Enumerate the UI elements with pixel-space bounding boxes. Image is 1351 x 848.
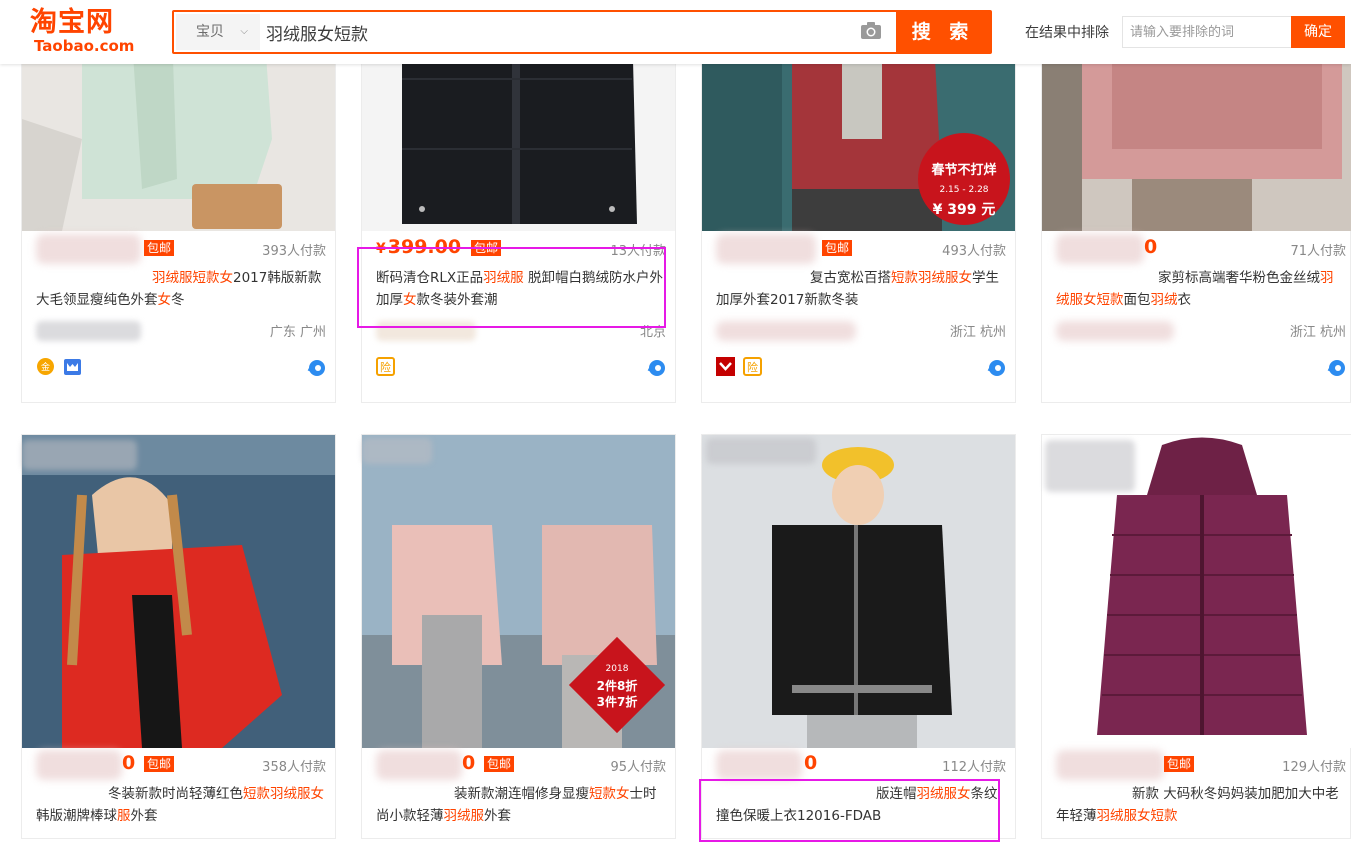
svg-text:2.15 - 2.28: 2.15 - 2.28 (939, 185, 988, 195)
wangwang-chat-icon[interactable] (986, 357, 1006, 377)
product-image[interactable] (22, 435, 335, 748)
tmall-icon (716, 357, 735, 376)
svg-text:3件7折: 3件7折 (597, 694, 638, 709)
product-info: 0 包邮 358人付款 冬装新款时尚轻薄红色短款羽绒服女韩版潮牌棒球服外套 (36, 748, 326, 827)
paid-count: 71人付款 (1290, 244, 1346, 259)
product-title[interactable]: 新款 大码秋冬妈妈装加肥加大中老年轻薄羽绒服女短款 (1056, 783, 1346, 827)
paid-count: 393人付款 (262, 244, 326, 259)
shop-location: 浙江 杭州 (949, 325, 1006, 340)
paid-count: 129人付款 (1282, 760, 1346, 775)
annotation-highlight (357, 247, 666, 328)
free-shipping-badge: 包邮 (1164, 756, 1195, 772)
insurance-icon: 险 (376, 357, 395, 376)
exclude-confirm-button[interactable]: 确定 (1291, 16, 1345, 48)
blurred-overlay (22, 440, 137, 470)
annotation-highlight (699, 779, 1000, 842)
product-card[interactable]: 包邮 129人付款 新款 大码秋冬妈妈装加肥加大中老年轻薄羽绒服女短款 (1041, 434, 1351, 839)
paid-count: 493人付款 (942, 244, 1006, 259)
svg-text:险: 险 (380, 360, 391, 374)
free-shipping-badge: 包邮 (484, 756, 515, 772)
product-info: 包邮 393人付款 羽绒服短款女2017韩版新款大毛领显瘦纯色外套女冬 广东 广… (36, 232, 326, 379)
product-title[interactable]: 装新款潮连帽修身显瘦短款女士时尚小款轻薄羽绒服外套 (376, 783, 666, 827)
svg-text:¥ 399 元: ¥ 399 元 (933, 202, 996, 218)
svg-text:2018: 2018 (606, 664, 629, 674)
product-price: 0 (122, 752, 136, 774)
paid-count: 95人付款 (610, 760, 666, 775)
product-title[interactable]: 复古宽松百搭短款羽绒服女学生加厚外套2017新款冬装 (716, 267, 1006, 311)
product-price: 0 (804, 752, 818, 774)
paid-count: 112人付款 (942, 760, 1006, 775)
blurred-overlay (706, 438, 816, 464)
product-card[interactable]: 2018 2件8折 3件7折 0 包邮 95人付款 装新款潮连帽修身显瘦短款女士… (361, 434, 676, 839)
product-image[interactable]: 2018 2件8折 3件7折 (362, 435, 675, 748)
shop-location: 浙江 杭州 (1289, 325, 1346, 340)
wangwang-chat-icon[interactable] (306, 357, 326, 377)
camera-icon[interactable] (860, 22, 882, 40)
free-shipping-badge: 包邮 (144, 756, 175, 772)
paid-count: 358人付款 (262, 760, 326, 775)
exclude-label: 在结果中排除 (1025, 25, 1109, 41)
product-card[interactable]: 0 包邮 358人付款 冬装新款时尚轻薄红色短款羽绒服女韩版潮牌棒球服外套 (21, 434, 336, 839)
chevron-down-icon: ⌵ (240, 26, 248, 37)
svg-text:春节不打烊: 春节不打烊 (930, 162, 996, 178)
taobao-logo[interactable]: 淘宝网 Taobao.com (30, 8, 140, 56)
tmall-cat-icon (64, 359, 82, 375)
search-input[interactable] (266, 14, 846, 50)
svg-text:险: 险 (747, 360, 758, 374)
gold-medal-icon: 金 (37, 358, 54, 375)
insurance-icon: 险 (743, 357, 763, 376)
product-info: 包邮 129人付款 新款 大码秋冬妈妈装加肥加大中老年轻薄羽绒服女短款 (1056, 748, 1346, 827)
free-shipping-badge: 包邮 (144, 240, 175, 256)
product-title[interactable]: 冬装新款时尚轻薄红色短款羽绒服女韩版潮牌棒球服外套 (36, 783, 326, 827)
svg-text:金: 金 (41, 361, 50, 373)
product-info: 0 包邮 95人付款 装新款潮连帽修身显瘦短款女士时尚小款轻薄羽绒服外套 (376, 748, 666, 827)
top-search-bar: 淘宝网 Taobao.com 宝贝 ⌵ 搜 索 在结果中排除 确定 (0, 0, 1351, 64)
product-price: 0 (462, 752, 476, 774)
svg-text:2件8折: 2件8折 (597, 678, 638, 693)
product-image[interactable] (702, 435, 1015, 748)
product-info: 0 71人付款 家剪标高端奢华粉色金丝绒羽绒服女短款面包羽绒衣 浙江 杭州 (1056, 232, 1346, 379)
wangwang-chat-icon[interactable] (1326, 357, 1346, 377)
blurred-overlay (1045, 440, 1135, 492)
search-box: 宝贝 ⌵ 搜 索 (172, 10, 992, 54)
product-title[interactable]: 家剪标高端奢华粉色金丝绒羽绒服女短款面包羽绒衣 (1056, 267, 1346, 311)
product-info: 包邮 493人付款 复古宽松百搭短款羽绒服女学生加厚外套2017新款冬装 浙江 … (716, 232, 1006, 379)
search-button[interactable]: 搜 索 (896, 12, 990, 52)
exclude-input[interactable] (1122, 16, 1292, 48)
free-shipping-badge: 包邮 (822, 240, 853, 256)
search-category-dropdown[interactable]: 宝贝 ⌵ (176, 14, 260, 50)
product-price: 0 (1144, 236, 1158, 258)
product-title[interactable]: 羽绒服短款女2017韩版新款大毛领显瘦纯色外套女冬 (36, 267, 326, 311)
blurred-overlay (362, 438, 432, 464)
shop-location: 广东 广州 (269, 325, 326, 340)
wangwang-chat-icon[interactable] (646, 357, 666, 377)
